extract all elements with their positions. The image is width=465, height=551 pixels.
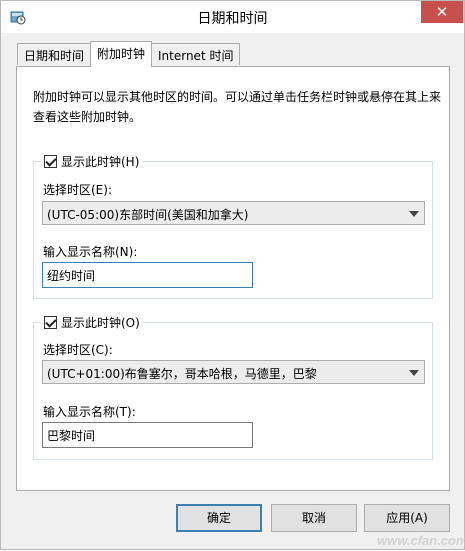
clock1-show-checkbox[interactable]: 显示此时钟(H) [41, 153, 143, 170]
description-text: 附加时钟可以显示其他时区的时间。可以通过单击任务栏时钟或悬停在其上来查看这些附加… [33, 90, 442, 124]
clock2-name-input[interactable] [47, 427, 247, 443]
clock2-name-label: 输入显示名称(T): [43, 405, 136, 419]
clock1-name-field[interactable] [42, 262, 253, 288]
date-time-dialog: 日期和时间 ✕ 日期和时间 附加时钟 Internet 时间 附加时钟可以显示其… [0, 0, 465, 550]
watermark: www.cfan.com.cn [377, 533, 465, 548]
title-bar: 日期和时间 ✕ [1, 1, 464, 33]
ok-button[interactable]: 确定 [176, 504, 262, 532]
check-icon[interactable] [44, 316, 57, 329]
clock2-name-field[interactable] [42, 422, 253, 448]
clock2-show-checkbox[interactable]: 显示此时钟(O) [41, 314, 143, 331]
check-icon[interactable] [44, 155, 57, 168]
window-title: 日期和时间 [197, 11, 268, 27]
tab-internet-time[interactable]: Internet 时间 [151, 43, 241, 65]
close-icon: ✕ [435, 3, 449, 21]
clock2-checkbox-label: 显示此时钟(O) [61, 316, 140, 330]
tab-additional-clocks[interactable]: 附加时钟 [90, 41, 153, 67]
cancel-button[interactable]: 取消 [271, 504, 357, 532]
clock2-timezone-select[interactable]: (UTC+01:00)布鲁塞尔，哥本哈根，马德里，巴黎 [42, 360, 425, 384]
clock1-timezone-value: (UTC-05:00)东部时间(美国和加拿大) [47, 208, 249, 222]
clock1-timezone-select[interactable]: (UTC-05:00)东部时间(美国和加拿大) [42, 201, 425, 225]
apply-button[interactable]: 应用(A) [364, 504, 450, 532]
clock1-checkbox-label: 显示此时钟(H) [61, 155, 140, 169]
chevron-down-icon [409, 211, 419, 217]
clock1-name-label: 输入显示名称(N): [43, 245, 138, 259]
tab-date-time[interactable]: 日期和时间 [17, 43, 92, 65]
clock1-name-input[interactable] [47, 267, 247, 283]
clock1-timezone-label: 选择时区(E): [43, 183, 112, 197]
chevron-down-icon [409, 370, 419, 376]
clock2-timezone-label: 选择时区(C): [43, 343, 113, 357]
close-button[interactable]: ✕ [421, 1, 463, 23]
clock2-timezone-value: (UTC+01:00)布鲁塞尔，哥本哈根，马德里，巴黎 [47, 367, 317, 381]
